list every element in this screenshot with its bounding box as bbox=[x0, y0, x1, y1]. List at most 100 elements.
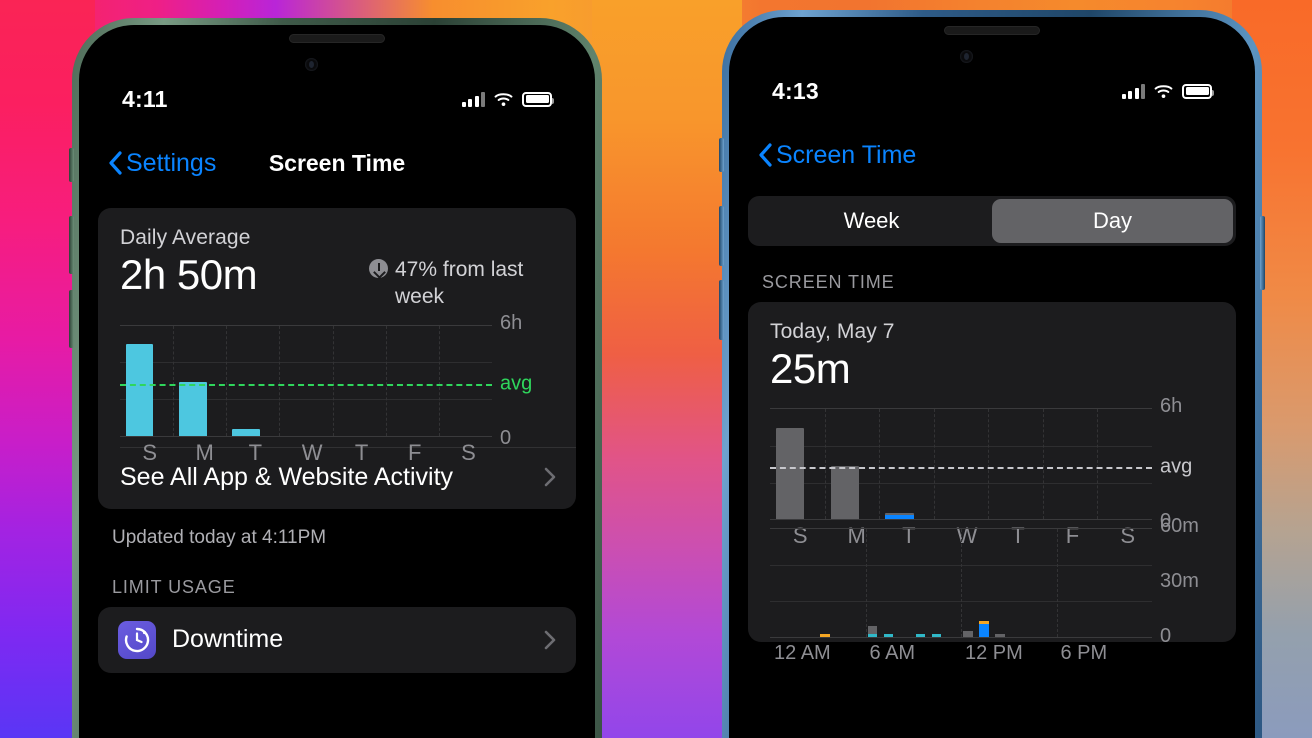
bar-slot[interactable] bbox=[279, 326, 332, 436]
bar-slot[interactable] bbox=[988, 409, 1043, 519]
hourly-bar-slot[interactable] bbox=[929, 529, 945, 638]
status-bar-left: 4:11 bbox=[84, 82, 590, 116]
hourly-bar-slot[interactable] bbox=[1073, 529, 1089, 637]
hourly-bar-slot[interactable] bbox=[770, 529, 786, 637]
mute-switch-left[interactable] bbox=[69, 148, 74, 182]
chevron-right-icon bbox=[544, 467, 556, 487]
power-button-right[interactable] bbox=[1260, 216, 1265, 290]
x-axis-tick-label: S bbox=[461, 439, 476, 465]
hourly-usage-chart[interactable]: 60m 30m 0 12 AM 6 AM 12 PM 6 PM bbox=[770, 515, 1214, 664]
wallpaper-middle-gradient bbox=[592, 0, 742, 738]
hourly-bar-slot[interactable] bbox=[834, 529, 850, 637]
bar-highlight-base bbox=[885, 515, 914, 520]
hourly-bar-slot[interactable] bbox=[881, 529, 897, 638]
status-indicators bbox=[461, 91, 554, 107]
arrow-down-circle-icon bbox=[369, 259, 388, 278]
back-button-settings[interactable]: Settings bbox=[84, 149, 216, 178]
chart-plot-area bbox=[120, 324, 492, 437]
x-axis-tick-label: 6 AM bbox=[869, 642, 916, 665]
nav-bar-right: Screen Time bbox=[734, 130, 1250, 180]
volume-down-right[interactable] bbox=[719, 280, 724, 340]
hourly-bar-slot[interactable] bbox=[1025, 529, 1041, 637]
hourly-bar-slot[interactable] bbox=[1041, 529, 1057, 637]
hourly-bar-segment bbox=[820, 634, 830, 638]
phone-right: 4:13 Screen Time Week Day SCREEN TIME To… bbox=[719, 10, 1265, 738]
hourly-bar-slot[interactable] bbox=[1088, 529, 1104, 637]
hourly-bar bbox=[979, 620, 989, 638]
trend-indicator: 47% from last week bbox=[369, 256, 554, 311]
cellular-bars-icon bbox=[461, 91, 485, 107]
y-axis-tick-label: 60m bbox=[1160, 515, 1199, 538]
bar-slot[interactable] bbox=[226, 326, 279, 436]
chevron-left-icon bbox=[108, 151, 122, 175]
hourly-bar-slot[interactable] bbox=[818, 529, 834, 638]
x-axis-tick-label: 12 AM bbox=[774, 642, 831, 665]
bar bbox=[125, 343, 154, 436]
earpiece-speaker-icon bbox=[289, 34, 385, 43]
daily-average-label: Daily Average bbox=[120, 226, 251, 249]
hourly-bar-slot[interactable] bbox=[913, 529, 929, 638]
limit-item-label: Downtime bbox=[172, 625, 284, 654]
back-button-label: Screen Time bbox=[776, 140, 917, 169]
hourly-bar-segment bbox=[867, 634, 878, 638]
average-line bbox=[770, 467, 1152, 470]
daily-average-value: 2h 50m bbox=[120, 251, 258, 298]
volume-down-left[interactable] bbox=[69, 290, 74, 348]
tab-week[interactable]: Week bbox=[751, 199, 992, 243]
battery-full-icon bbox=[522, 91, 554, 107]
hourly-bar-slot[interactable] bbox=[1104, 529, 1120, 637]
y-axis-tick-top: 6h bbox=[1160, 395, 1183, 418]
bar-slot[interactable] bbox=[1097, 409, 1152, 519]
hourly-bar-slot[interactable] bbox=[993, 529, 1009, 638]
hourly-bar-slot[interactable] bbox=[961, 529, 977, 638]
bar-slot[interactable] bbox=[770, 409, 825, 520]
hourly-bar-slot[interactable] bbox=[945, 529, 961, 637]
hourly-bar-slot[interactable] bbox=[802, 529, 818, 637]
x-axis-tick-label: M bbox=[195, 439, 214, 465]
hourly-bar bbox=[931, 633, 942, 638]
tab-day[interactable]: Day bbox=[992, 199, 1233, 243]
x-axis-tick-label: S bbox=[142, 439, 157, 465]
volume-up-left[interactable] bbox=[69, 216, 74, 274]
hourly-bar-slot[interactable] bbox=[897, 529, 913, 637]
weekly-usage-chart-dayview[interactable]: avg 6h 0 S M T W T F S bbox=[770, 395, 1214, 548]
chart-plot-area bbox=[770, 528, 1152, 639]
bar-slot[interactable] bbox=[825, 409, 880, 520]
weekly-usage-chart[interactable]: avg 6h 0 S M T W T F S bbox=[120, 312, 554, 465]
hourly-bar-slot[interactable] bbox=[850, 529, 866, 637]
hourly-bar-segment bbox=[995, 634, 1005, 638]
bar-slot[interactable] bbox=[120, 326, 173, 436]
phone-left: 4:11 Screen Time Settings Daily Average … bbox=[69, 18, 602, 738]
bar-slot[interactable] bbox=[386, 326, 439, 436]
hourly-bar-slot[interactable] bbox=[1136, 529, 1152, 637]
wifi-icon bbox=[1153, 84, 1174, 99]
hourly-bar-slot[interactable] bbox=[1009, 529, 1025, 637]
average-line bbox=[120, 383, 492, 386]
hourly-bar-slot[interactable] bbox=[866, 529, 882, 638]
volume-up-right[interactable] bbox=[719, 206, 724, 266]
bar-slot[interactable] bbox=[439, 326, 492, 436]
bar-slot[interactable] bbox=[1043, 409, 1098, 519]
limit-item-downtime[interactable]: Downtime bbox=[98, 607, 576, 673]
bar-slot[interactable] bbox=[934, 409, 989, 519]
hourly-bar bbox=[867, 625, 878, 638]
hourly-bar-slot[interactable] bbox=[1057, 529, 1073, 637]
hourly-bar-slot[interactable] bbox=[786, 529, 802, 637]
mute-switch-right[interactable] bbox=[719, 138, 724, 172]
today-usage-value: 25m bbox=[770, 345, 851, 392]
hourly-bar-segment bbox=[979, 623, 989, 638]
chevron-left-icon bbox=[758, 143, 772, 167]
hourly-bar-slot[interactable] bbox=[977, 529, 993, 638]
segmented-control-period[interactable]: Week Day bbox=[748, 196, 1236, 246]
hourly-bar-slot[interactable] bbox=[1120, 529, 1136, 637]
cellular-bars-icon bbox=[1121, 83, 1145, 99]
bar-slot[interactable] bbox=[173, 326, 226, 436]
x-axis-time-labels: 12 AM 6 AM 12 PM 6 PM bbox=[770, 642, 1152, 665]
bar-slot[interactable] bbox=[879, 409, 934, 520]
y-axis-tick-bottom: 0 bbox=[500, 426, 512, 449]
bar-slot[interactable] bbox=[333, 326, 386, 436]
limit-usage-card: Downtime bbox=[98, 606, 576, 673]
section-header-screen-time: SCREEN TIME bbox=[762, 272, 895, 292]
back-button-screen-time[interactable]: Screen Time bbox=[734, 141, 916, 170]
hourly-bar-segment bbox=[915, 634, 926, 638]
